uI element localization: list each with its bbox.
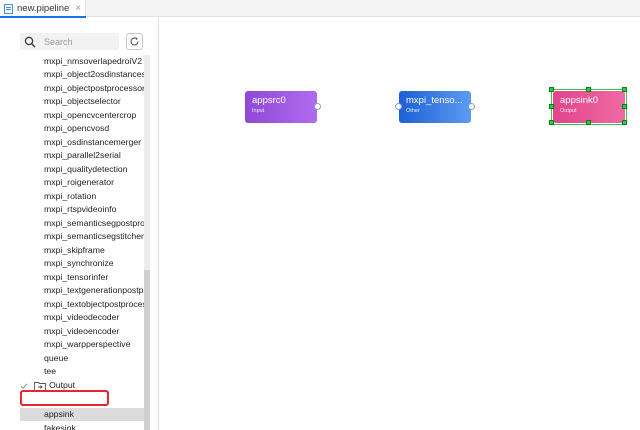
refresh-icon xyxy=(130,37,139,46)
output-folder-icon xyxy=(34,381,46,391)
resize-handle[interactable] xyxy=(586,120,591,125)
list-item[interactable]: mxpi_rotation xyxy=(44,190,144,203)
list-item[interactable]: mxpi_osdinstancemerger xyxy=(44,136,144,149)
check-icon xyxy=(20,382,28,389)
output-port[interactable] xyxy=(314,103,321,110)
search-icon xyxy=(24,36,36,47)
resize-handle[interactable] xyxy=(622,120,627,125)
pipeline-file-icon xyxy=(4,3,13,14)
output-section-header[interactable]: Output xyxy=(20,379,75,392)
node-appsink0[interactable]: appsink0 Output xyxy=(549,87,627,125)
refresh-button[interactable] xyxy=(126,33,143,50)
output-port[interactable] xyxy=(468,103,475,110)
list-item[interactable]: mxpi_synchronize xyxy=(44,257,144,270)
close-icon[interactable]: × xyxy=(75,3,81,14)
list-item[interactable]: mxpi_nmsoverlapedroiV2 xyxy=(44,55,144,68)
resize-handle[interactable] xyxy=(622,104,627,109)
output-section-label: Output xyxy=(49,380,76,390)
list-item[interactable]: mxpi_semanticsegpostprocessor xyxy=(44,217,144,230)
pipeline-canvas[interactable]: appsrc0 Input mxpi_tenso... Other appsin… xyxy=(160,18,640,430)
node-appsrc0[interactable]: appsrc0 Input xyxy=(245,91,321,123)
list-item[interactable]: queue xyxy=(44,352,144,365)
list-item[interactable]: mxpi_objectpostprocessor xyxy=(44,82,144,95)
plugin-list: mxpi_nmsoverlapedroiV2 mxpi_object2osdin… xyxy=(0,55,144,430)
node-mxpi-tensorinfer[interactable]: mxpi_tenso... Other xyxy=(395,91,475,123)
node-title: appsrc0 xyxy=(252,95,286,106)
search-box[interactable] xyxy=(20,33,119,50)
plugin-panel: mxpi_nmsoverlapedroiV2 mxpi_object2osdin… xyxy=(0,18,159,430)
list-item[interactable]: mxpi_opencvosd xyxy=(44,122,144,135)
list-item[interactable]: mxpi_skipframe xyxy=(44,244,144,257)
list-item[interactable]: mxpi_semanticsegstitcher xyxy=(44,230,144,243)
node-type: Output xyxy=(560,108,577,114)
list-item[interactable]: mxpi_textobjectpostprocessor xyxy=(44,298,144,311)
scrollbar[interactable] xyxy=(144,55,150,430)
list-item[interactable]: mxpi_videodecoder xyxy=(44,311,144,324)
node-title: appsink0 xyxy=(560,95,599,106)
tab-new-pipeline[interactable]: new.pipeline × xyxy=(0,0,86,18)
node-type: Input xyxy=(252,108,265,114)
tab-title: new.pipeline xyxy=(17,3,70,14)
node-type: Other xyxy=(406,108,420,114)
list-item[interactable]: mxpi_warpperspective xyxy=(44,338,144,351)
resize-handle[interactable] xyxy=(586,87,591,92)
list-item[interactable]: mxpi_videoencoder xyxy=(44,325,144,338)
search-input[interactable] xyxy=(44,36,114,47)
list-item[interactable]: fakesink xyxy=(44,422,144,430)
list-item[interactable]: mxpi_parallel2serial xyxy=(44,149,144,162)
list-item[interactable]: mxpi_qualitydetection xyxy=(44,163,144,176)
resize-handle[interactable] xyxy=(549,120,554,125)
resize-handle[interactable] xyxy=(622,87,627,92)
list-item[interactable]: mxpi_object2osdinstances xyxy=(44,68,144,81)
resize-handle[interactable] xyxy=(549,87,554,92)
list-item[interactable]: mxpi_roigenerator xyxy=(44,176,144,189)
scrollbar-thumb[interactable] xyxy=(144,270,150,430)
editor-tab-bar: new.pipeline × xyxy=(0,0,640,18)
node-title: mxpi_tenso... xyxy=(406,95,463,106)
list-item[interactable]: mxpi_tensorinfer xyxy=(44,271,144,284)
list-item-appsink[interactable]: appsink xyxy=(20,408,144,421)
list-item[interactable]: mxpi_opencvcentercrop xyxy=(44,109,144,122)
input-port[interactable] xyxy=(395,103,402,110)
list-item[interactable]: mxpi_textgenerationpostprocessor xyxy=(44,284,144,297)
list-item[interactable]: mxpi_rtspvideoinfo xyxy=(44,203,144,216)
list-item[interactable]: tee xyxy=(44,365,144,378)
resize-handle[interactable] xyxy=(549,104,554,109)
list-item[interactable]: mxpi_objectselector xyxy=(44,95,144,108)
